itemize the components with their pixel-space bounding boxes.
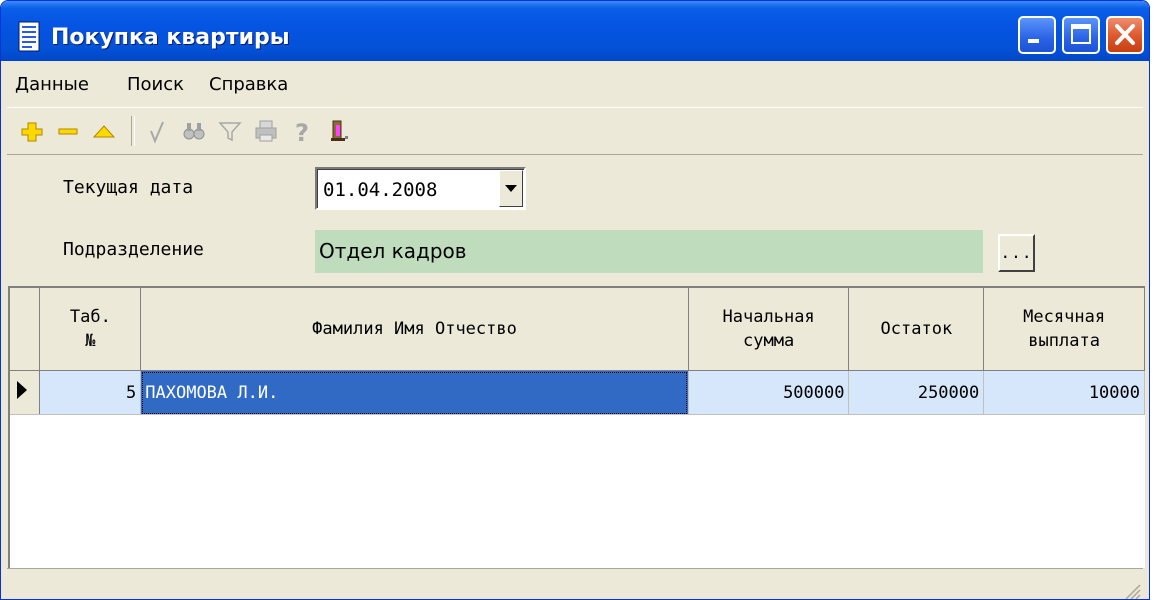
- current-row-arrow-icon: [17, 381, 27, 399]
- column-header-tab-number[interactable]: Таб. №: [39, 288, 142, 371]
- table-header-row: Таб. № Фамилия Имя Отчество Начальная су…: [10, 288, 1145, 371]
- column-header-line: Таб.: [69, 307, 111, 327]
- maximize-icon: [1071, 24, 1091, 44]
- find-icon[interactable]: [179, 116, 209, 146]
- help-icon[interactable]: ?: [287, 116, 317, 146]
- column-header-line: Фамилия Имя Отчество: [312, 319, 517, 339]
- menu-data[interactable]: Данные: [15, 74, 89, 95]
- delete-icon[interactable]: [53, 116, 83, 146]
- current-date-label: Текущая дата: [63, 177, 194, 198]
- main-window: Покупка квартиры Данные Поиск Справка ? …: [0, 0, 1150, 600]
- department-value: Отдел кадров: [319, 239, 467, 263]
- employees-table[interactable]: Таб. № Фамилия Имя Отчество Начальная су…: [8, 286, 1145, 568]
- department-label: Подразделение: [63, 239, 204, 260]
- column-header-line: сумма: [743, 331, 795, 351]
- menu-bar: Данные Поиск Справка: [7, 63, 1143, 103]
- status-bar: [7, 568, 1143, 600]
- menu-search[interactable]: Поиск: [127, 74, 184, 95]
- column-header-initial-sum[interactable]: Начальная сумма: [688, 288, 850, 371]
- print-icon[interactable]: [251, 116, 281, 146]
- chevron-down-icon: [505, 185, 517, 192]
- cell-tab-number[interactable]: 5: [39, 370, 142, 415]
- menu-help[interactable]: Справка: [209, 74, 288, 95]
- cell-initial-sum[interactable]: 500000: [688, 370, 850, 415]
- column-header-monthly-payment[interactable]: Месячная выплата: [983, 288, 1145, 371]
- minimize-button[interactable]: [1018, 16, 1056, 54]
- table-row[interactable]: 5 ПАХОМОВА Л.И. 500000 250000 10000: [10, 370, 1145, 415]
- current-date-combobox[interactable]: 01.04.2008: [315, 167, 526, 210]
- column-header-line: Месячная: [1023, 307, 1106, 327]
- toolbar-separator: [131, 116, 135, 146]
- column-header-remaining[interactable]: Остаток: [848, 288, 985, 371]
- cell-remaining[interactable]: 250000: [848, 370, 985, 415]
- column-header-line: №: [85, 331, 96, 351]
- close-button[interactable]: [1106, 16, 1144, 54]
- row-indicator[interactable]: [10, 370, 41, 415]
- column-header-line: выплата: [1028, 331, 1100, 351]
- title-bar[interactable]: Покупка квартиры: [1, 1, 1149, 61]
- column-header-line: Начальная: [722, 307, 815, 327]
- cell-full-name[interactable]: ПАХОМОВА Л.И.: [140, 370, 689, 415]
- department-field[interactable]: Отдел кадров: [315, 230, 983, 273]
- minimize-icon: [1028, 39, 1039, 43]
- row-indicator-header: [10, 288, 41, 371]
- date-dropdown-button[interactable]: [499, 170, 523, 207]
- confirm-icon[interactable]: [143, 116, 173, 146]
- column-header-line: Остаток: [880, 319, 953, 339]
- add-icon[interactable]: [17, 116, 47, 146]
- filter-icon[interactable]: [215, 116, 245, 146]
- column-header-full-name[interactable]: Фамилия Имя Отчество: [140, 288, 689, 371]
- document-icon: [16, 21, 42, 53]
- edit-icon[interactable]: [89, 116, 119, 146]
- close-icon: [1115, 24, 1135, 45]
- maximize-button[interactable]: [1062, 16, 1100, 54]
- current-date-value[interactable]: 01.04.2008: [323, 179, 437, 201]
- toolbar: ?: [7, 107, 1143, 155]
- exit-icon[interactable]: [323, 116, 353, 146]
- window-title: Покупка квартиры: [51, 25, 290, 50]
- department-browse-button[interactable]: ...: [998, 234, 1035, 272]
- svg-text:?: ?: [295, 119, 309, 146]
- cell-monthly-payment[interactable]: 10000: [983, 370, 1145, 415]
- resize-grip-icon[interactable]: [1121, 580, 1141, 600]
